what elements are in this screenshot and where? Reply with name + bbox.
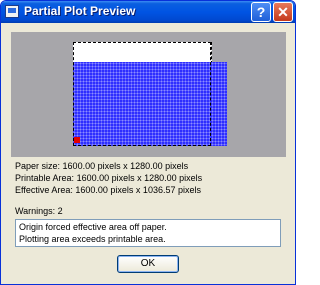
warnings-list[interactable]: Origin forced effective area off paper. … bbox=[15, 219, 281, 247]
plot-preview-area bbox=[11, 32, 286, 157]
warning-item: Origin forced effective area off paper. bbox=[19, 222, 167, 232]
printable-area-value: 1600.00 pixels x 1280.00 pixels bbox=[76, 173, 203, 183]
app-icon bbox=[5, 5, 19, 18]
window-title: Partial Plot Preview bbox=[24, 4, 136, 18]
warnings-label: Warnings: 2 bbox=[15, 206, 63, 216]
ok-button[interactable]: OK bbox=[117, 255, 179, 273]
paper-size-row: Paper size: 1600.00 pixels x 1280.00 pix… bbox=[15, 161, 188, 171]
printable-area-label: Printable Area: bbox=[15, 173, 75, 183]
partial-plot-preview-dialog: Partial Plot Preview ? ✕ Paper size: 160… bbox=[0, 0, 296, 285]
effective-area-value: 1600.00 pixels x 1036.57 pixels bbox=[75, 185, 201, 195]
effective-area-label: Effective Area: bbox=[15, 185, 73, 195]
effective-area-row: Effective Area: 1600.00 pixels x 1036.57… bbox=[15, 185, 201, 195]
printable-area-row: Printable Area: 1600.00 pixels x 1280.00… bbox=[15, 173, 202, 183]
help-button[interactable]: ? bbox=[251, 2, 271, 22]
paper-size-value: 1600.00 pixels x 1280.00 pixels bbox=[62, 161, 189, 171]
close-button[interactable]: ✕ bbox=[273, 2, 293, 22]
warning-item: Plotting area exceeds printable area. bbox=[19, 234, 166, 244]
origin-marker bbox=[74, 137, 80, 143]
paper-size-label: Paper size: bbox=[15, 161, 61, 171]
title-bar[interactable]: Partial Plot Preview ? ✕ bbox=[1, 1, 295, 23]
printable-area-outline bbox=[73, 42, 211, 146]
